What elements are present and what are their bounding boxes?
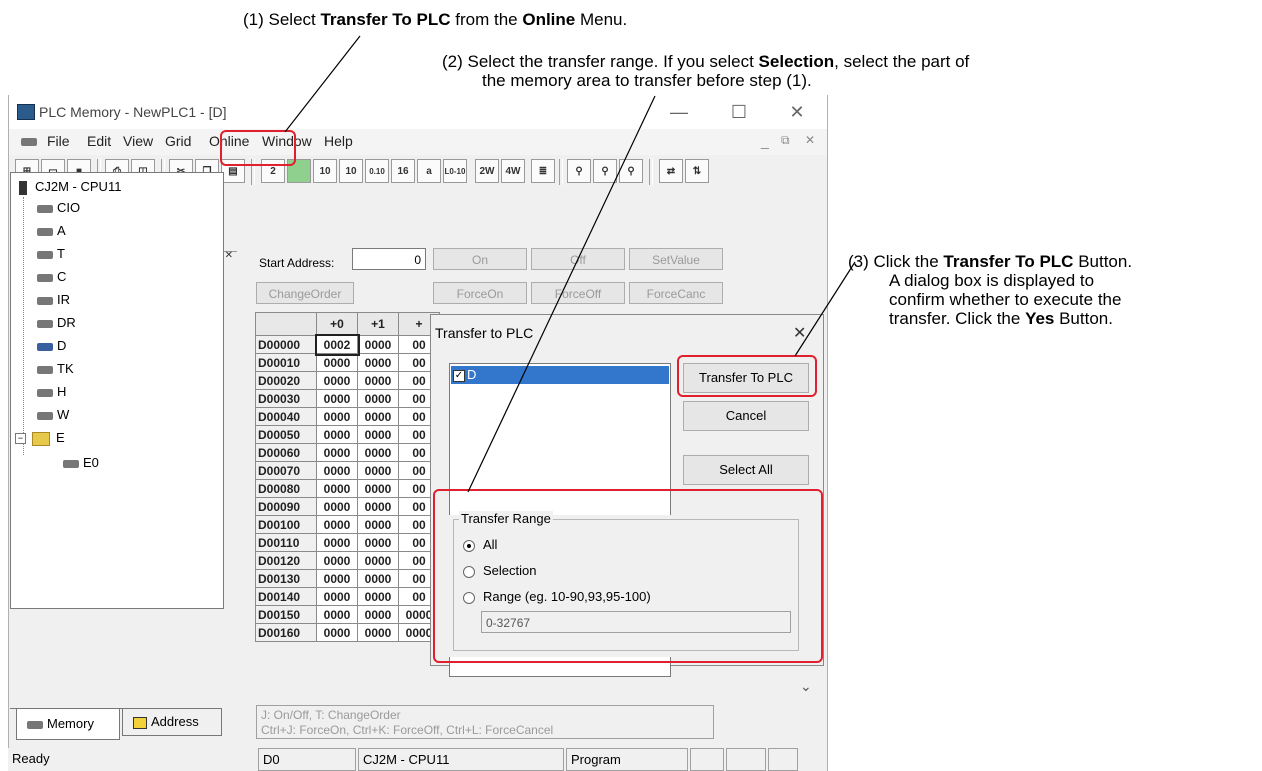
callout-lines [284,35,856,493]
